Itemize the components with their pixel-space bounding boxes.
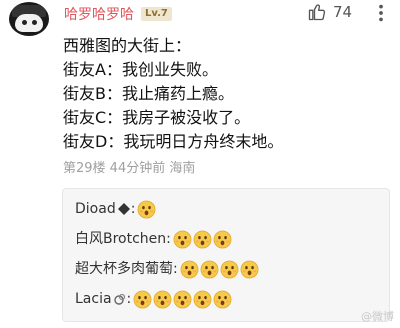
reply-item[interactable]: 白风Brotchen : — [75, 229, 232, 249]
reply-author[interactable]: Lacia — [75, 289, 112, 309]
post-meta: 第29楼 44分钟前 海南 — [63, 161, 196, 176]
surprised-face-icon — [180, 260, 199, 278]
surprised-face-icon — [193, 230, 212, 248]
surprised-face-icon — [220, 260, 239, 278]
username[interactable]: 哈罗哈罗哈 — [64, 4, 134, 24]
surprised-face-icon — [173, 230, 192, 248]
post-line: 街友A：我创业失败。 — [63, 60, 218, 79]
avatar-face — [15, 14, 43, 32]
surprised-face-icon — [200, 260, 219, 278]
surprised-face-icon — [193, 290, 212, 308]
emoji-group — [133, 290, 232, 309]
reply-item[interactable]: Dioad : — [75, 199, 156, 219]
reply-author[interactable]: 白风Brotchen — [75, 229, 166, 249]
thumbs-up-icon — [308, 4, 326, 21]
surprised-face-icon — [173, 290, 192, 308]
avatar-eye — [32, 20, 37, 25]
post-content: 西雅图的大街上： 街友A：我创业失败。 街友B：我止痛药上瘾。 街友C：我房子被… — [63, 34, 393, 154]
reply-item[interactable]: Lacia : — [75, 289, 232, 309]
post-line: 街友B：我止痛药上瘾。 — [63, 84, 234, 103]
ring-badge-icon — [113, 293, 125, 305]
surprised-face-icon — [137, 200, 156, 218]
emoji-group — [180, 260, 259, 279]
surprised-face-icon — [153, 290, 172, 308]
reply-author[interactable]: 超大杯多肉葡萄 — [75, 259, 173, 279]
avatar[interactable] — [9, 2, 49, 36]
surprised-face-icon — [213, 290, 232, 308]
emoji-group — [137, 200, 156, 219]
avatar-eye — [22, 20, 27, 25]
reply-list: Dioad : 白风Brotchen : 超大杯多肉葡萄 : Lacia : — [62, 188, 390, 322]
watermark: @微博 — [361, 310, 394, 323]
reply-item[interactable]: 超大杯多肉葡萄 : — [75, 259, 259, 279]
level-badge: Lv.7 — [141, 7, 172, 21]
surprised-face-icon — [240, 260, 259, 278]
reply-author[interactable]: Dioad — [75, 199, 116, 219]
surprised-face-icon — [213, 230, 232, 248]
emoji-group — [173, 230, 232, 249]
surprised-face-icon — [133, 290, 152, 308]
diamond-badge-icon — [117, 203, 130, 215]
post-line: 街友C：我房子被没收了。 — [63, 108, 251, 127]
post-line: 街友D：我玩明日方舟终末地。 — [63, 132, 284, 151]
post-line: 西雅图的大街上： — [63, 36, 192, 55]
like-count: 74 — [333, 3, 353, 21]
like-button[interactable]: 74 — [307, 2, 352, 22]
more-options-icon[interactable] — [370, 2, 392, 24]
